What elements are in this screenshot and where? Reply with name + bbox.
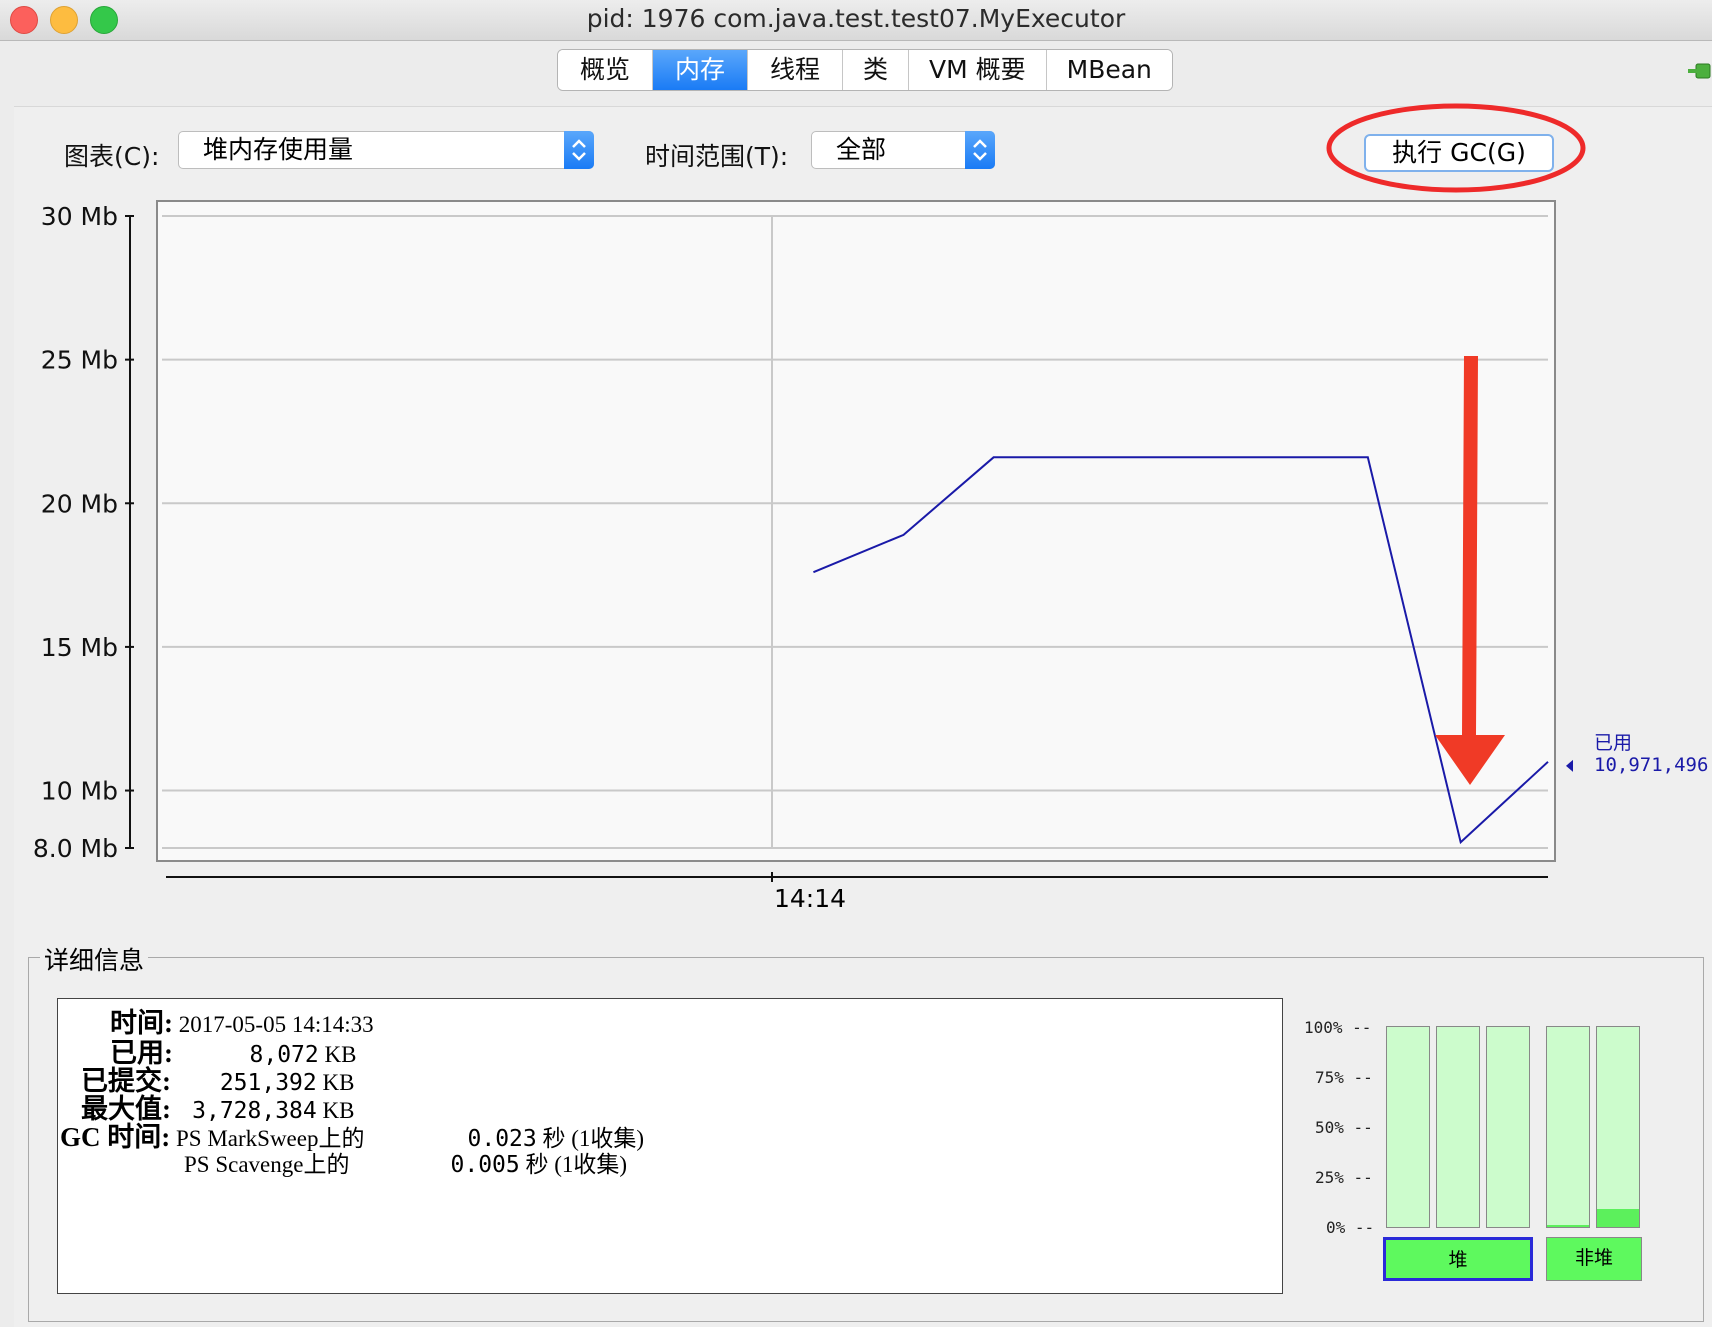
gc-2-unit: 秒 bbox=[525, 1152, 549, 1177]
nonheap-pool-bar-2[interactable] bbox=[1596, 1026, 1640, 1228]
nonheap-pool-bar-1[interactable] bbox=[1546, 1026, 1590, 1228]
pct-label-0: 0% -- bbox=[1326, 1218, 1375, 1237]
nonheap-pool-bar-2-fill bbox=[1597, 1209, 1639, 1227]
pct-label-50: 50% -- bbox=[1315, 1118, 1373, 1137]
details-text-area: 时间: 2017-05-05 14:14:33 已用: 8,072 KB 已提交… bbox=[57, 998, 1283, 1294]
heap-pool-bar-2[interactable] bbox=[1436, 1026, 1480, 1228]
heap-button[interactable]: 堆 bbox=[1383, 1237, 1533, 1281]
y-tick-label: 8.0 Mb bbox=[33, 834, 118, 863]
gc-row-2: PS Scavenge上的 0.005 秒 (1收集) bbox=[184, 1145, 627, 1179]
gc-2-name: PS Scavenge上的 bbox=[184, 1152, 350, 1177]
y-tick-label: 25 Mb bbox=[41, 346, 118, 375]
gc-2-value: 0.005 bbox=[450, 1152, 520, 1178]
current-used-value: 10,971,496 bbox=[1594, 754, 1709, 776]
y-tick-label: 15 Mb bbox=[41, 633, 118, 662]
gc-2-count: (1收集) bbox=[554, 1152, 628, 1177]
current-used-name: 已用 bbox=[1594, 732, 1633, 754]
current-used-label: 已用 10,971,496 bbox=[1594, 732, 1708, 776]
nonheap-pool-bar-1-fill bbox=[1547, 1225, 1589, 1227]
nonheap-button[interactable]: 非堆 bbox=[1546, 1237, 1642, 1281]
x-tick-label: 14:14 bbox=[774, 884, 847, 913]
heap-memory-chart: 30 Mb 25 Mb 20 Mb 15 Mb 10 Mb 8.0 Mb bbox=[33, 200, 1573, 882]
current-value-marker-icon bbox=[1566, 759, 1573, 772]
pct-label-75: 75% -- bbox=[1315, 1068, 1373, 1087]
plot-area bbox=[156, 200, 1556, 862]
heap-pool-bar-1[interactable] bbox=[1386, 1026, 1430, 1228]
y-tick-label: 20 Mb bbox=[41, 489, 118, 518]
heap-pool-bar-3[interactable] bbox=[1486, 1026, 1530, 1228]
pct-label-100: 100% -- bbox=[1304, 1018, 1372, 1037]
gc-key: GC 时间: bbox=[60, 1122, 171, 1152]
pct-label-25: 25% -- bbox=[1315, 1168, 1373, 1187]
y-tick-label: 30 Mb bbox=[41, 202, 118, 231]
details-legend: 详细信息 bbox=[40, 941, 149, 977]
y-tick-label: 10 Mb bbox=[41, 777, 118, 806]
